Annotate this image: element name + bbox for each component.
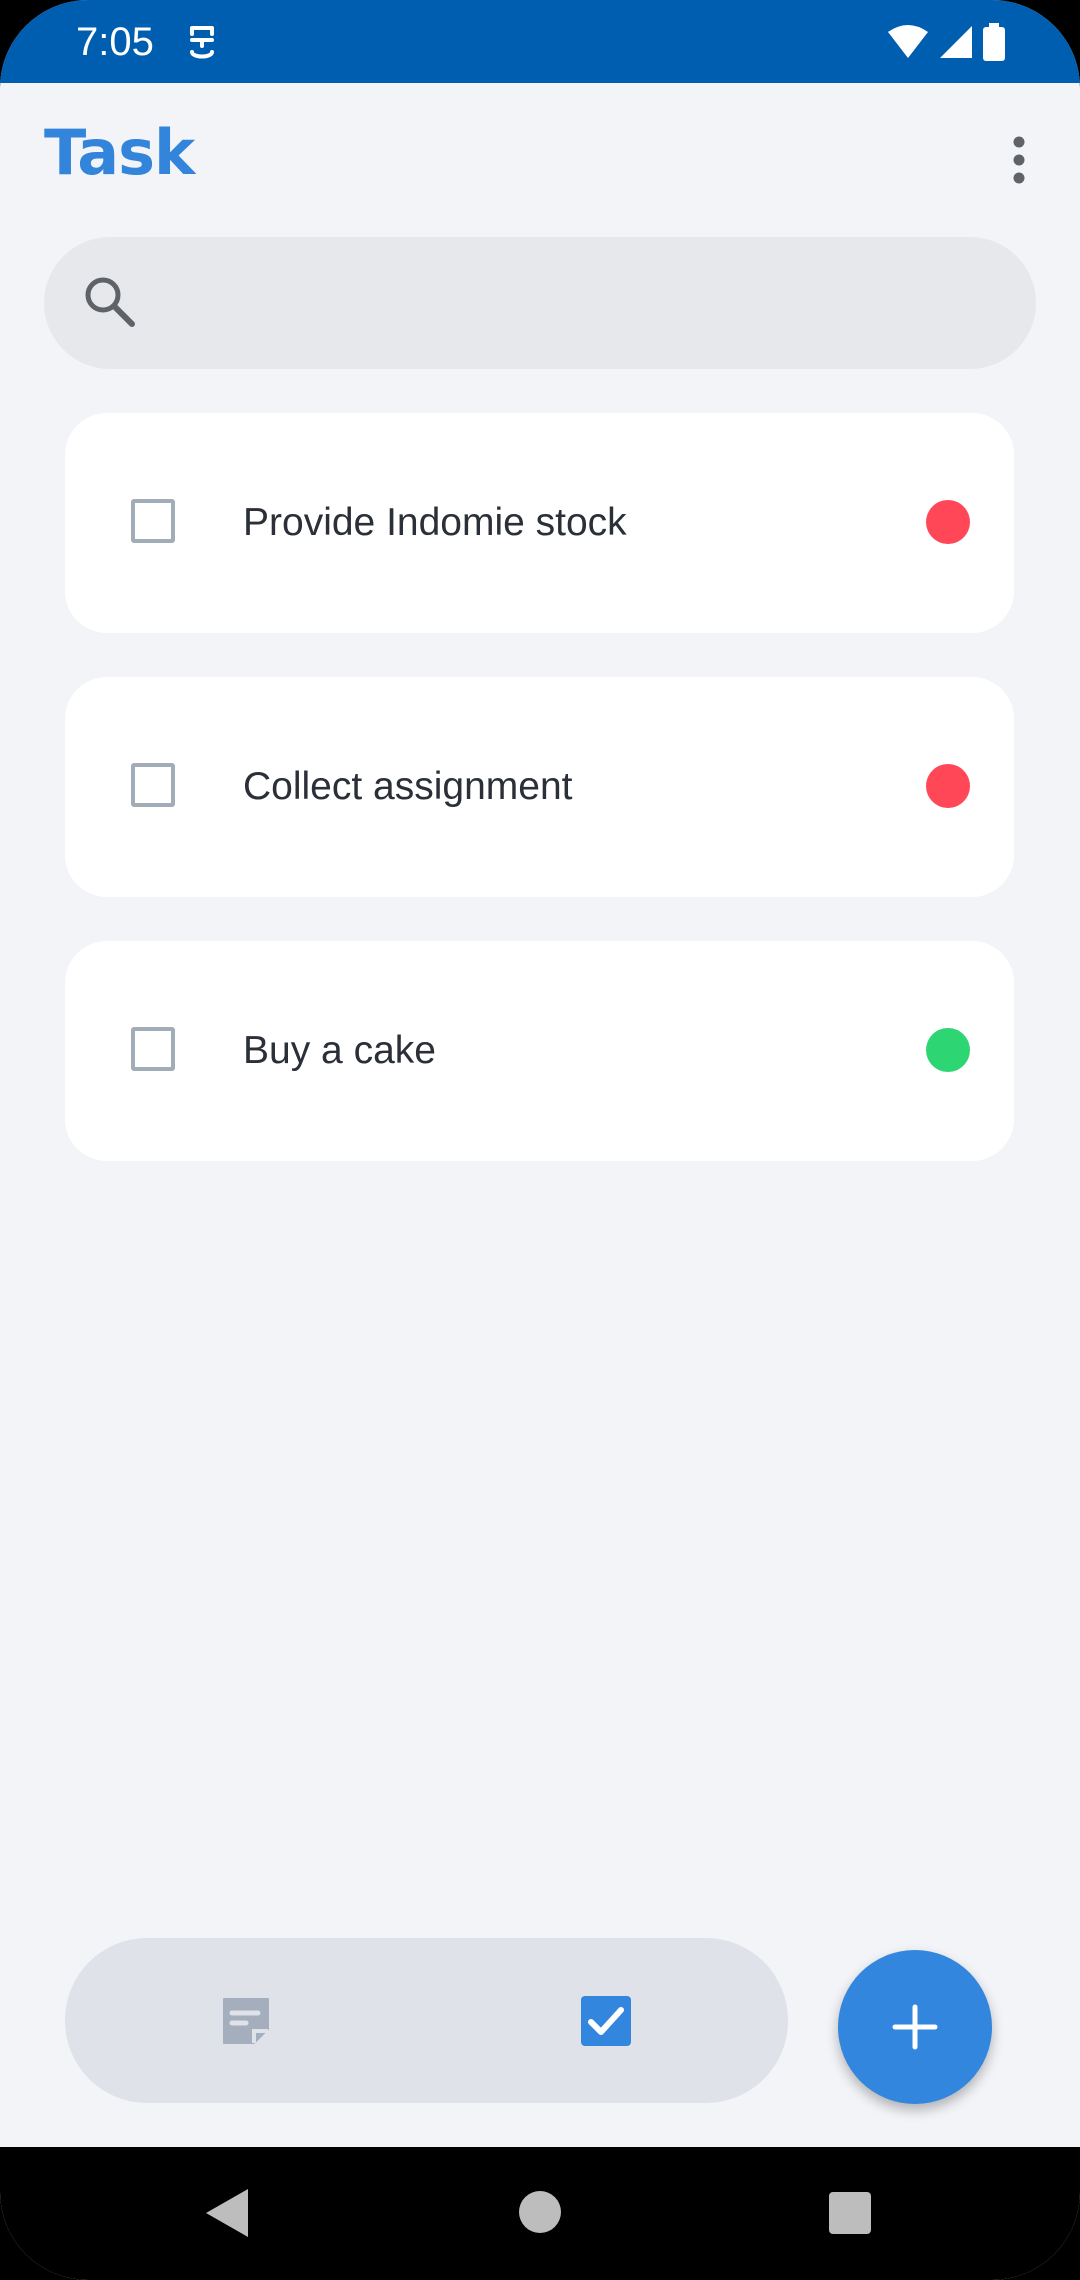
more-vert-icon <box>1013 136 1025 184</box>
task-checkbox[interactable] <box>131 1027 175 1071</box>
page-title: Task <box>44 116 195 189</box>
search-icon <box>85 277 135 327</box>
task-checkbox[interactable] <box>131 499 175 543</box>
task-item[interactable]: Provide Indomie stock <box>65 413 1014 633</box>
status-bar: 7:05 <box>0 0 1080 83</box>
search-input[interactable] <box>160 262 1004 346</box>
plus-icon <box>892 2004 938 2050</box>
task-checkbox[interactable] <box>131 763 175 807</box>
back-icon[interactable] <box>202 2187 252 2239</box>
signal-icon <box>940 26 972 58</box>
home-icon[interactable] <box>519 2191 561 2233</box>
check-box-icon <box>581 1996 631 2046</box>
task-label: Buy a cake <box>243 1029 436 1072</box>
priority-indicator <box>926 1028 970 1072</box>
task-item[interactable]: Buy a cake <box>65 941 1014 1161</box>
phone-screen: 7:05 Task Provide Indomie stock Collect … <box>0 0 1080 2280</box>
wifi-icon <box>888 25 928 58</box>
more-options-button[interactable] <box>990 122 1048 198</box>
task-item[interactable]: Collect assignment <box>65 677 1014 897</box>
task-label: Provide Indomie stock <box>243 501 627 544</box>
battery-icon <box>983 23 1005 61</box>
status-icons <box>886 22 1006 62</box>
task-label: Collect assignment <box>243 765 573 808</box>
nav-notes-tab[interactable] <box>210 1990 282 2052</box>
priority-indicator <box>926 764 970 808</box>
bottom-navigation <box>65 1938 788 2103</box>
notes-icon <box>223 1998 269 2044</box>
nav-tasks-tab[interactable] <box>570 1990 642 2052</box>
app-notification-icon <box>190 26 214 59</box>
status-time: 7:05 <box>76 20 154 64</box>
priority-indicator <box>926 500 970 544</box>
recents-icon[interactable] <box>829 2192 871 2234</box>
system-navigation-bar <box>0 2147 1080 2280</box>
add-task-button[interactable] <box>838 1950 992 2104</box>
